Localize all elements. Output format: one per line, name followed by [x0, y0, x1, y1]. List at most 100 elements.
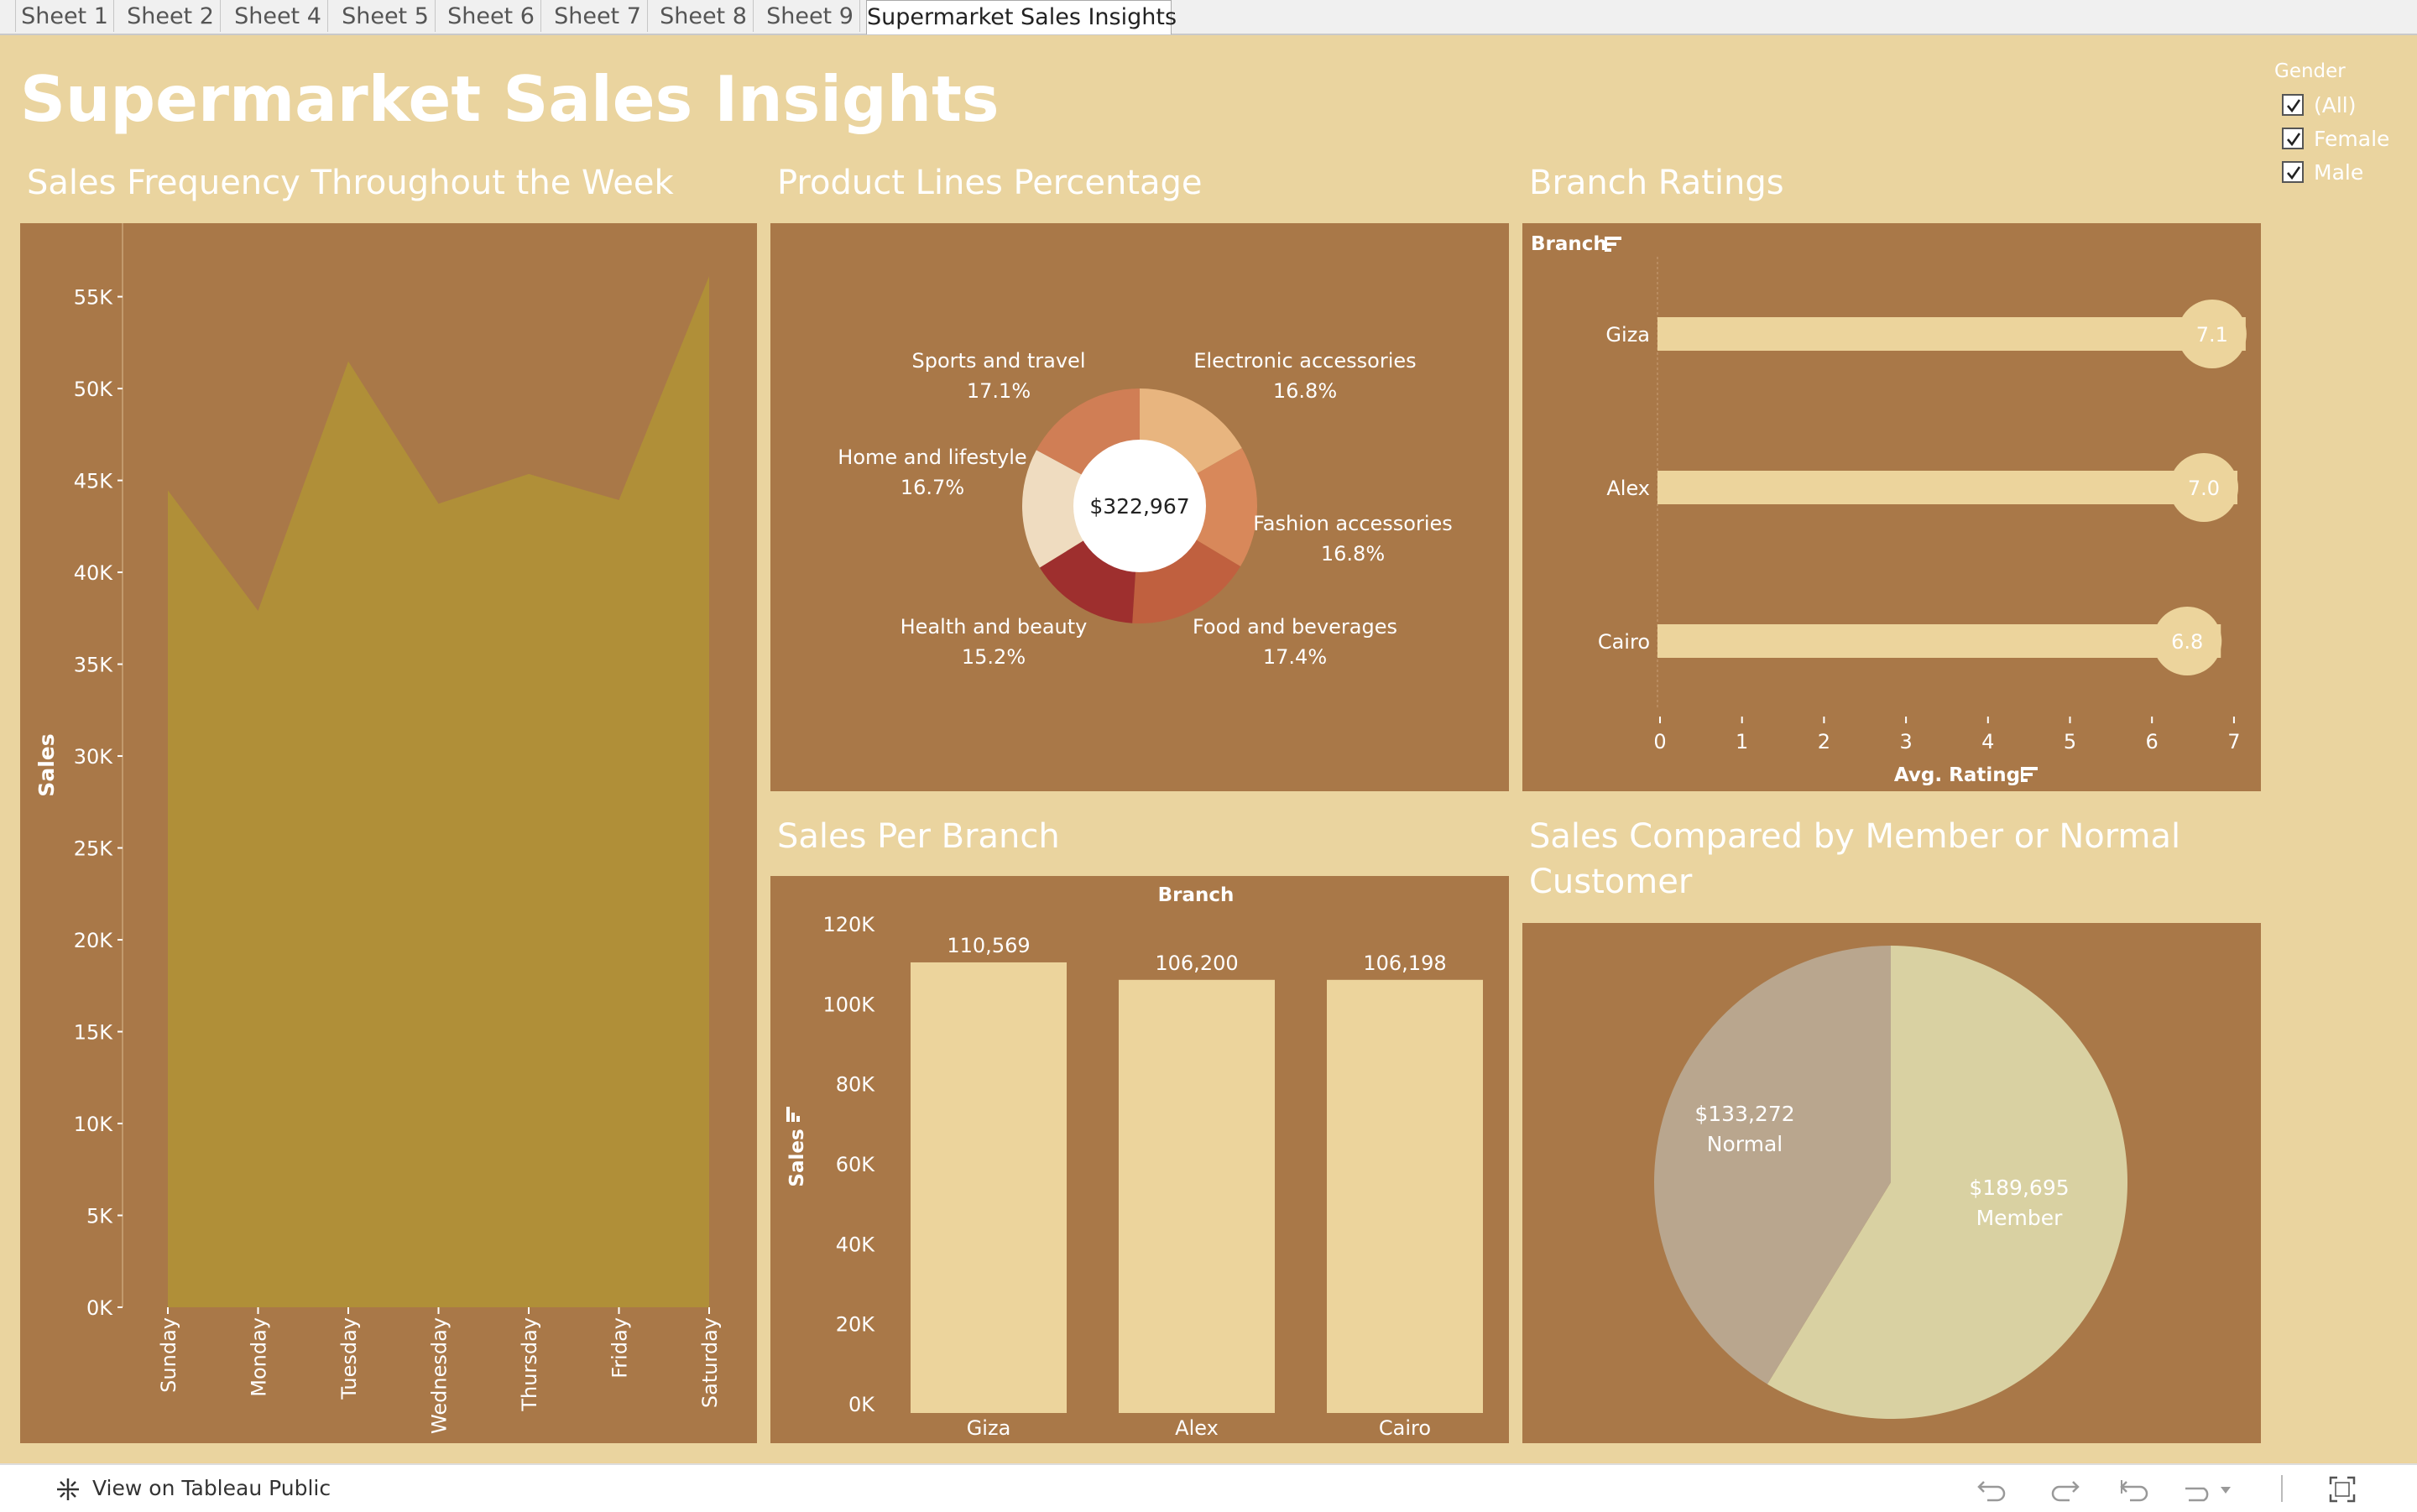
week-day-label: Tuesday	[337, 1317, 361, 1400]
tab-sheet-9[interactable]: Sheet 9	[760, 0, 860, 32]
filter-all-label[interactable]: (All)	[2314, 93, 2357, 117]
rating-x-tick-label: 4	[1981, 730, 1994, 753]
checkmark-icon	[2287, 133, 2301, 147]
undo-icon[interactable]	[1976, 1475, 2009, 1504]
tab-supermarket-sales-insights[interactable]: Supermarket Sales Insights	[866, 0, 1177, 34]
week-chart-title: Sales Frequency Throughout the Week	[27, 164, 674, 202]
slice-label-electronic: Electronic accessories	[1193, 349, 1416, 373]
slice-pct-electronic: 16.8%	[1273, 379, 1337, 403]
branch-sales-header: Branch	[1158, 884, 1235, 906]
pie-label-member-type: Member	[1976, 1206, 2064, 1230]
rating-bar[interactable]	[1657, 471, 2237, 504]
donut-center-total: $322,967	[1089, 494, 1189, 519]
member-chart-panel: $133,272 Normal $189,695 Member	[1522, 923, 2261, 1443]
rating-bar[interactable]	[1657, 317, 2246, 351]
refresh-dropdown-icon[interactable]	[2180, 1475, 2239, 1504]
sort-icon[interactable]	[2021, 767, 2038, 782]
rating-value-label: 7.1	[2196, 323, 2228, 347]
week-chart-panel: 0K 5K 10K 15K 20K 25K 30K 35K 40K 45K 50K 55K Sunda…	[20, 223, 757, 1443]
slice-label-food-beverages: Food and beverages	[1193, 615, 1397, 639]
branch-sales-bar[interactable]	[1119, 979, 1275, 1413]
checkmark-icon	[2287, 166, 2301, 180]
rating-x-tick-label: 2	[1818, 730, 1830, 753]
redo-icon[interactable]	[2048, 1475, 2081, 1504]
member-chart-title-line-2: Customer	[1529, 863, 1693, 901]
week-y-tick-label: 45K	[74, 470, 114, 493]
branch-sales-y-tick-label: 20K	[836, 1313, 876, 1337]
checkmark-icon	[2287, 99, 2301, 113]
rating-x-tick-label: 3	[1899, 730, 1912, 753]
branch-sales-x-label: Alex	[1175, 1416, 1219, 1440]
slice-label-sports-travel: Sports and travel	[912, 349, 1086, 373]
branch-sales-bar[interactable]	[911, 962, 1067, 1413]
gender-filter-title: Gender	[2274, 60, 2346, 82]
product-chart-panel: $322,967 Sports and travel 17.1% Electro…	[770, 223, 1509, 791]
branch-sales-y-tick-label: 120K	[822, 913, 875, 936]
filter-male-label[interactable]: Male	[2314, 160, 2363, 185]
tableau-footer: View on Tableau Public	[0, 1463, 2417, 1512]
pie-label-member-amount: $189,695	[1969, 1176, 2069, 1200]
filter-all-checkbox[interactable]	[2282, 94, 2304, 116]
rating-branch-label: Alex	[1606, 477, 1650, 500]
tab-sheet-7[interactable]: Sheet 7	[548, 0, 648, 32]
week-day-label: Monday	[248, 1317, 271, 1397]
branch-sales-y-tick-label: 100K	[822, 993, 875, 1016]
rating-branch-label: Giza	[1605, 323, 1650, 347]
week-y-tick-label: 55K	[74, 286, 114, 310]
rating-value-label: 6.8	[2171, 630, 2203, 654]
branch-sales-y-tick-label: 0K	[848, 1393, 875, 1416]
week-area-chart: 0K 5K 10K 15K 20K 25K 30K 35K 40K 45K 50K 55K Sunda…	[34, 223, 722, 1434]
view-on-tableau-public-link[interactable]: View on Tableau Public	[92, 1476, 331, 1500]
slice-pct-home-lifestyle: 16.7%	[901, 476, 964, 499]
fullscreen-icon[interactable]	[2328, 1475, 2357, 1504]
rating-bar[interactable]	[1657, 624, 2221, 658]
sales-area[interactable]	[168, 276, 709, 1307]
rating-branch-label: Cairo	[1598, 630, 1650, 654]
footer-divider	[2281, 1475, 2283, 1502]
week-y-tick-label: 50K	[74, 378, 114, 401]
slice-label-health-beauty: Health and beauty	[901, 615, 1088, 639]
rating-x-tick-label: 1	[1736, 730, 1748, 753]
branch-sales-x-label: Cairo	[1379, 1416, 1431, 1440]
week-y-tick-label: 0K	[86, 1296, 113, 1320]
rating-chart-panel: Branch 7.1 Giza 7.0 Alex 6.8 Cairo 0 1 2 3 4 5 6 7 A…	[1522, 223, 2261, 791]
week-y-tick-label: 5K	[86, 1205, 113, 1228]
bar-chart-icon[interactable]	[786, 1107, 800, 1122]
sheet-tab-bar: Sheet 1 Sheet 2 Sheet 4 Sheet 5 Sheet 6 …	[0, 0, 2417, 35]
week-y-tick-label: 15K	[74, 1021, 114, 1045]
tab-sheet-4[interactable]: Sheet 4	[228, 0, 328, 32]
branch-sales-bar[interactable]	[1327, 979, 1483, 1413]
rating-x-tick-label: 0	[1653, 730, 1666, 753]
week-y-tick-label: 35K	[74, 654, 114, 677]
branch-sales-title: Sales Per Branch	[777, 817, 1060, 856]
tab-sheet-1[interactable]: Sheet 1	[15, 0, 114, 32]
slice-label-fashion: Fashion accessories	[1253, 512, 1453, 535]
slice-pct-fashion: 16.8%	[1321, 542, 1385, 566]
week-y-axis-title: Sales	[34, 733, 59, 796]
rating-value-label: 7.0	[2188, 477, 2220, 500]
tab-sheet-8[interactable]: Sheet 8	[654, 0, 754, 32]
tab-sheet-5[interactable]: Sheet 5	[336, 0, 436, 32]
slice-pct-food-beverages: 17.4%	[1263, 645, 1327, 669]
filter-male-checkbox[interactable]	[2282, 161, 2304, 183]
week-y-tick-label: 20K	[74, 929, 114, 952]
member-pie-chart: $133,272 Normal $189,695 Member	[1654, 946, 2127, 1419]
rating-x-tick-label: 7	[2227, 730, 2240, 753]
rating-branch-header: Branch	[1531, 233, 1607, 255]
rating-x-tick-label: 5	[2064, 730, 2076, 753]
slice-pct-health-beauty: 15.2%	[962, 645, 1026, 669]
week-y-tick-label: 30K	[74, 745, 114, 769]
week-day-label: Wednesday	[428, 1317, 452, 1434]
filter-female-label[interactable]: Female	[2314, 127, 2389, 151]
dashboard-title: Supermarket Sales Insights	[20, 62, 1000, 136]
sort-icon[interactable]	[1605, 237, 1621, 252]
revert-icon[interactable]	[2118, 1475, 2152, 1504]
branch-sales-bar-chart: Branch 0K 20K 40K 60K 80K 100K 120K 110,569 Giz…	[786, 884, 1483, 1440]
tab-sheet-6[interactable]: Sheet 6	[441, 0, 541, 32]
rating-x-tick-label: 6	[2146, 730, 2159, 753]
branch-sales-value-label: 106,198	[1363, 952, 1446, 975]
filter-female-checkbox[interactable]	[2282, 128, 2304, 149]
branch-sales-value-label: 110,569	[947, 934, 1030, 957]
product-donut-chart: $322,967 Sports and travel 17.1% Electro…	[838, 349, 1453, 669]
tab-sheet-2[interactable]: Sheet 2	[121, 0, 221, 32]
